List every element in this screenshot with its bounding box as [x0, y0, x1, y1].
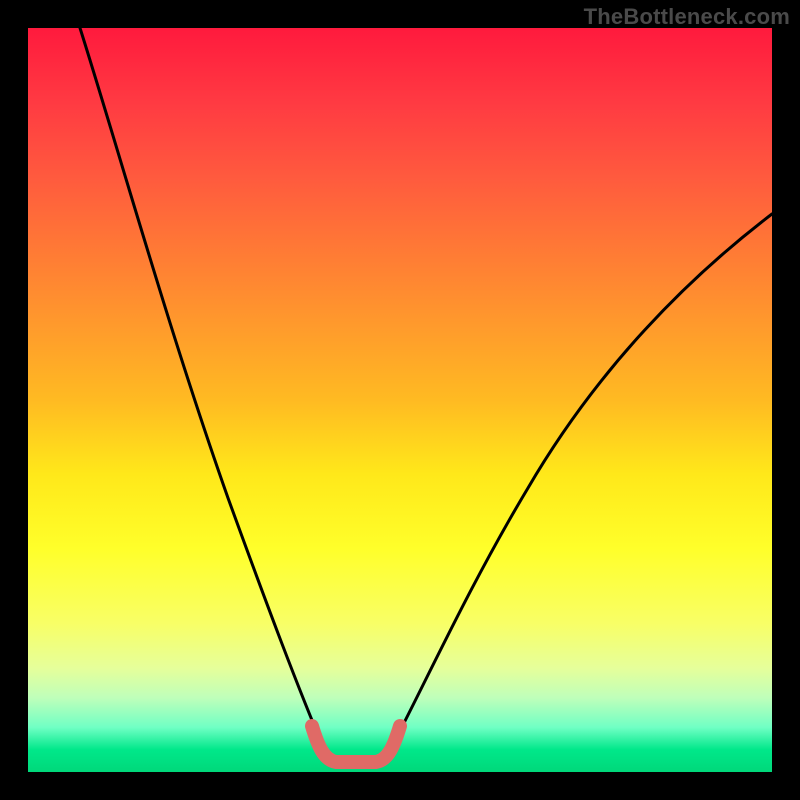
- chart-curves: [28, 28, 772, 772]
- watermark-text: TheBottleneck.com: [584, 4, 790, 30]
- right-curve: [388, 214, 772, 754]
- left-curve: [80, 28, 326, 754]
- valley-highlight: [312, 726, 400, 762]
